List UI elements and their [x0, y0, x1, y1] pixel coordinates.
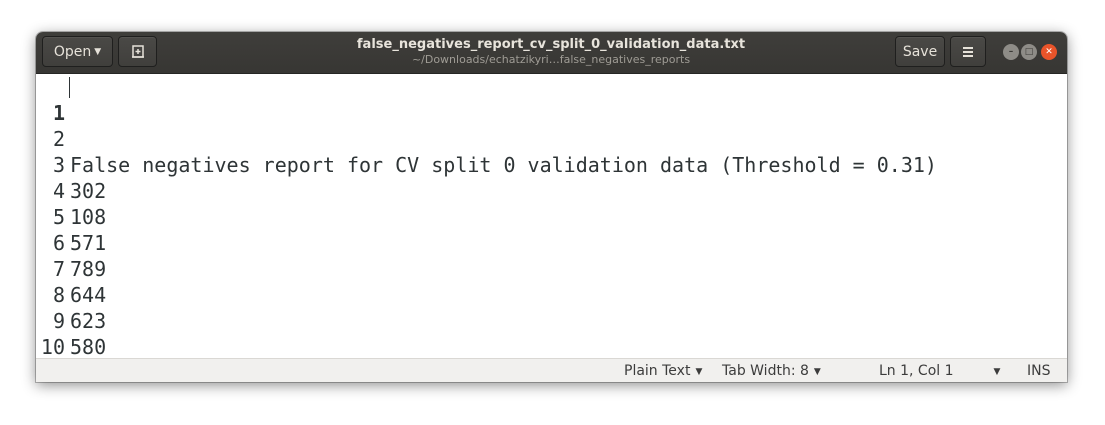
editor-line: 5 571 — [36, 178, 1067, 255]
editor-line: 4 108 — [36, 152, 1067, 229]
editor-line: 9 580 — [36, 282, 1067, 358]
text-editor[interactable]: 1 False negatives report for CV split 0 … — [36, 74, 1067, 358]
new-document-button[interactable] — [118, 36, 157, 67]
new-document-icon — [131, 44, 144, 58]
cursor-position-selector[interactable]: Ln 1, Col 1 ▼ — [879, 363, 1000, 381]
editor-line: 1 False negatives report for CV split 0 … — [36, 74, 1067, 177]
chevron-down-icon: ▼ — [695, 367, 703, 377]
menu-button[interactable] — [950, 36, 986, 67]
file-path: ~/Downloads/echatzikyri…false_negatives_… — [411, 53, 691, 66]
file-name: false_negatives_report_cv_split_0_valida… — [356, 37, 746, 52]
status-bar: Plain Text ▼ Tab Width: 8 ▼ Ln 1, Col 1 ▼ I… — [36, 358, 1067, 382]
chevron-down-icon: ▼ — [94, 47, 102, 57]
text-cursor — [69, 77, 70, 98]
tab-width-selector[interactable]: Tab Width: 8 ▼ — [722, 363, 821, 381]
gedit-window: Open ▼ false_negatives_report_cv_split_0… — [36, 32, 1067, 382]
open-button-label: Open — [53, 43, 92, 60]
editor-line: 10 674 — [36, 308, 1067, 358]
window-title: false_negatives_report_cv_split_0_valida… — [286, 36, 816, 66]
header-bar: Open ▼ false_negatives_report_cv_split_0… — [36, 32, 1067, 74]
minimize-icon[interactable]: – — [1003, 44, 1019, 60]
editor-line: 7 644 — [36, 230, 1067, 307]
open-button[interactable]: Open ▼ — [42, 36, 113, 67]
editor-line: 11 205 — [36, 334, 1067, 358]
editor-line: 2 — [36, 100, 1067, 151]
close-icon[interactable]: ✕ — [1041, 44, 1057, 60]
editor-line: 6 789 — [36, 204, 1067, 281]
editor-line: 3 302 — [36, 126, 1067, 203]
save-button[interactable]: Save — [895, 36, 945, 67]
tab-width-label: Tab Width: 8 — [722, 363, 809, 379]
language-selector[interactable]: Plain Text ▼ — [624, 363, 702, 381]
chevron-down-icon: ▼ — [813, 367, 821, 377]
language-label: Plain Text — [624, 363, 691, 379]
editor-line: 8 623 — [36, 256, 1067, 333]
maximize-icon[interactable]: □ — [1021, 44, 1037, 60]
hamburger-menu-icon — [963, 46, 973, 57]
insert-mode-indicator[interactable]: INS — [1027, 363, 1051, 379]
cursor-position-label: Ln 1, Col 1 — [879, 363, 954, 379]
chevron-down-icon: ▼ — [993, 367, 1001, 377]
